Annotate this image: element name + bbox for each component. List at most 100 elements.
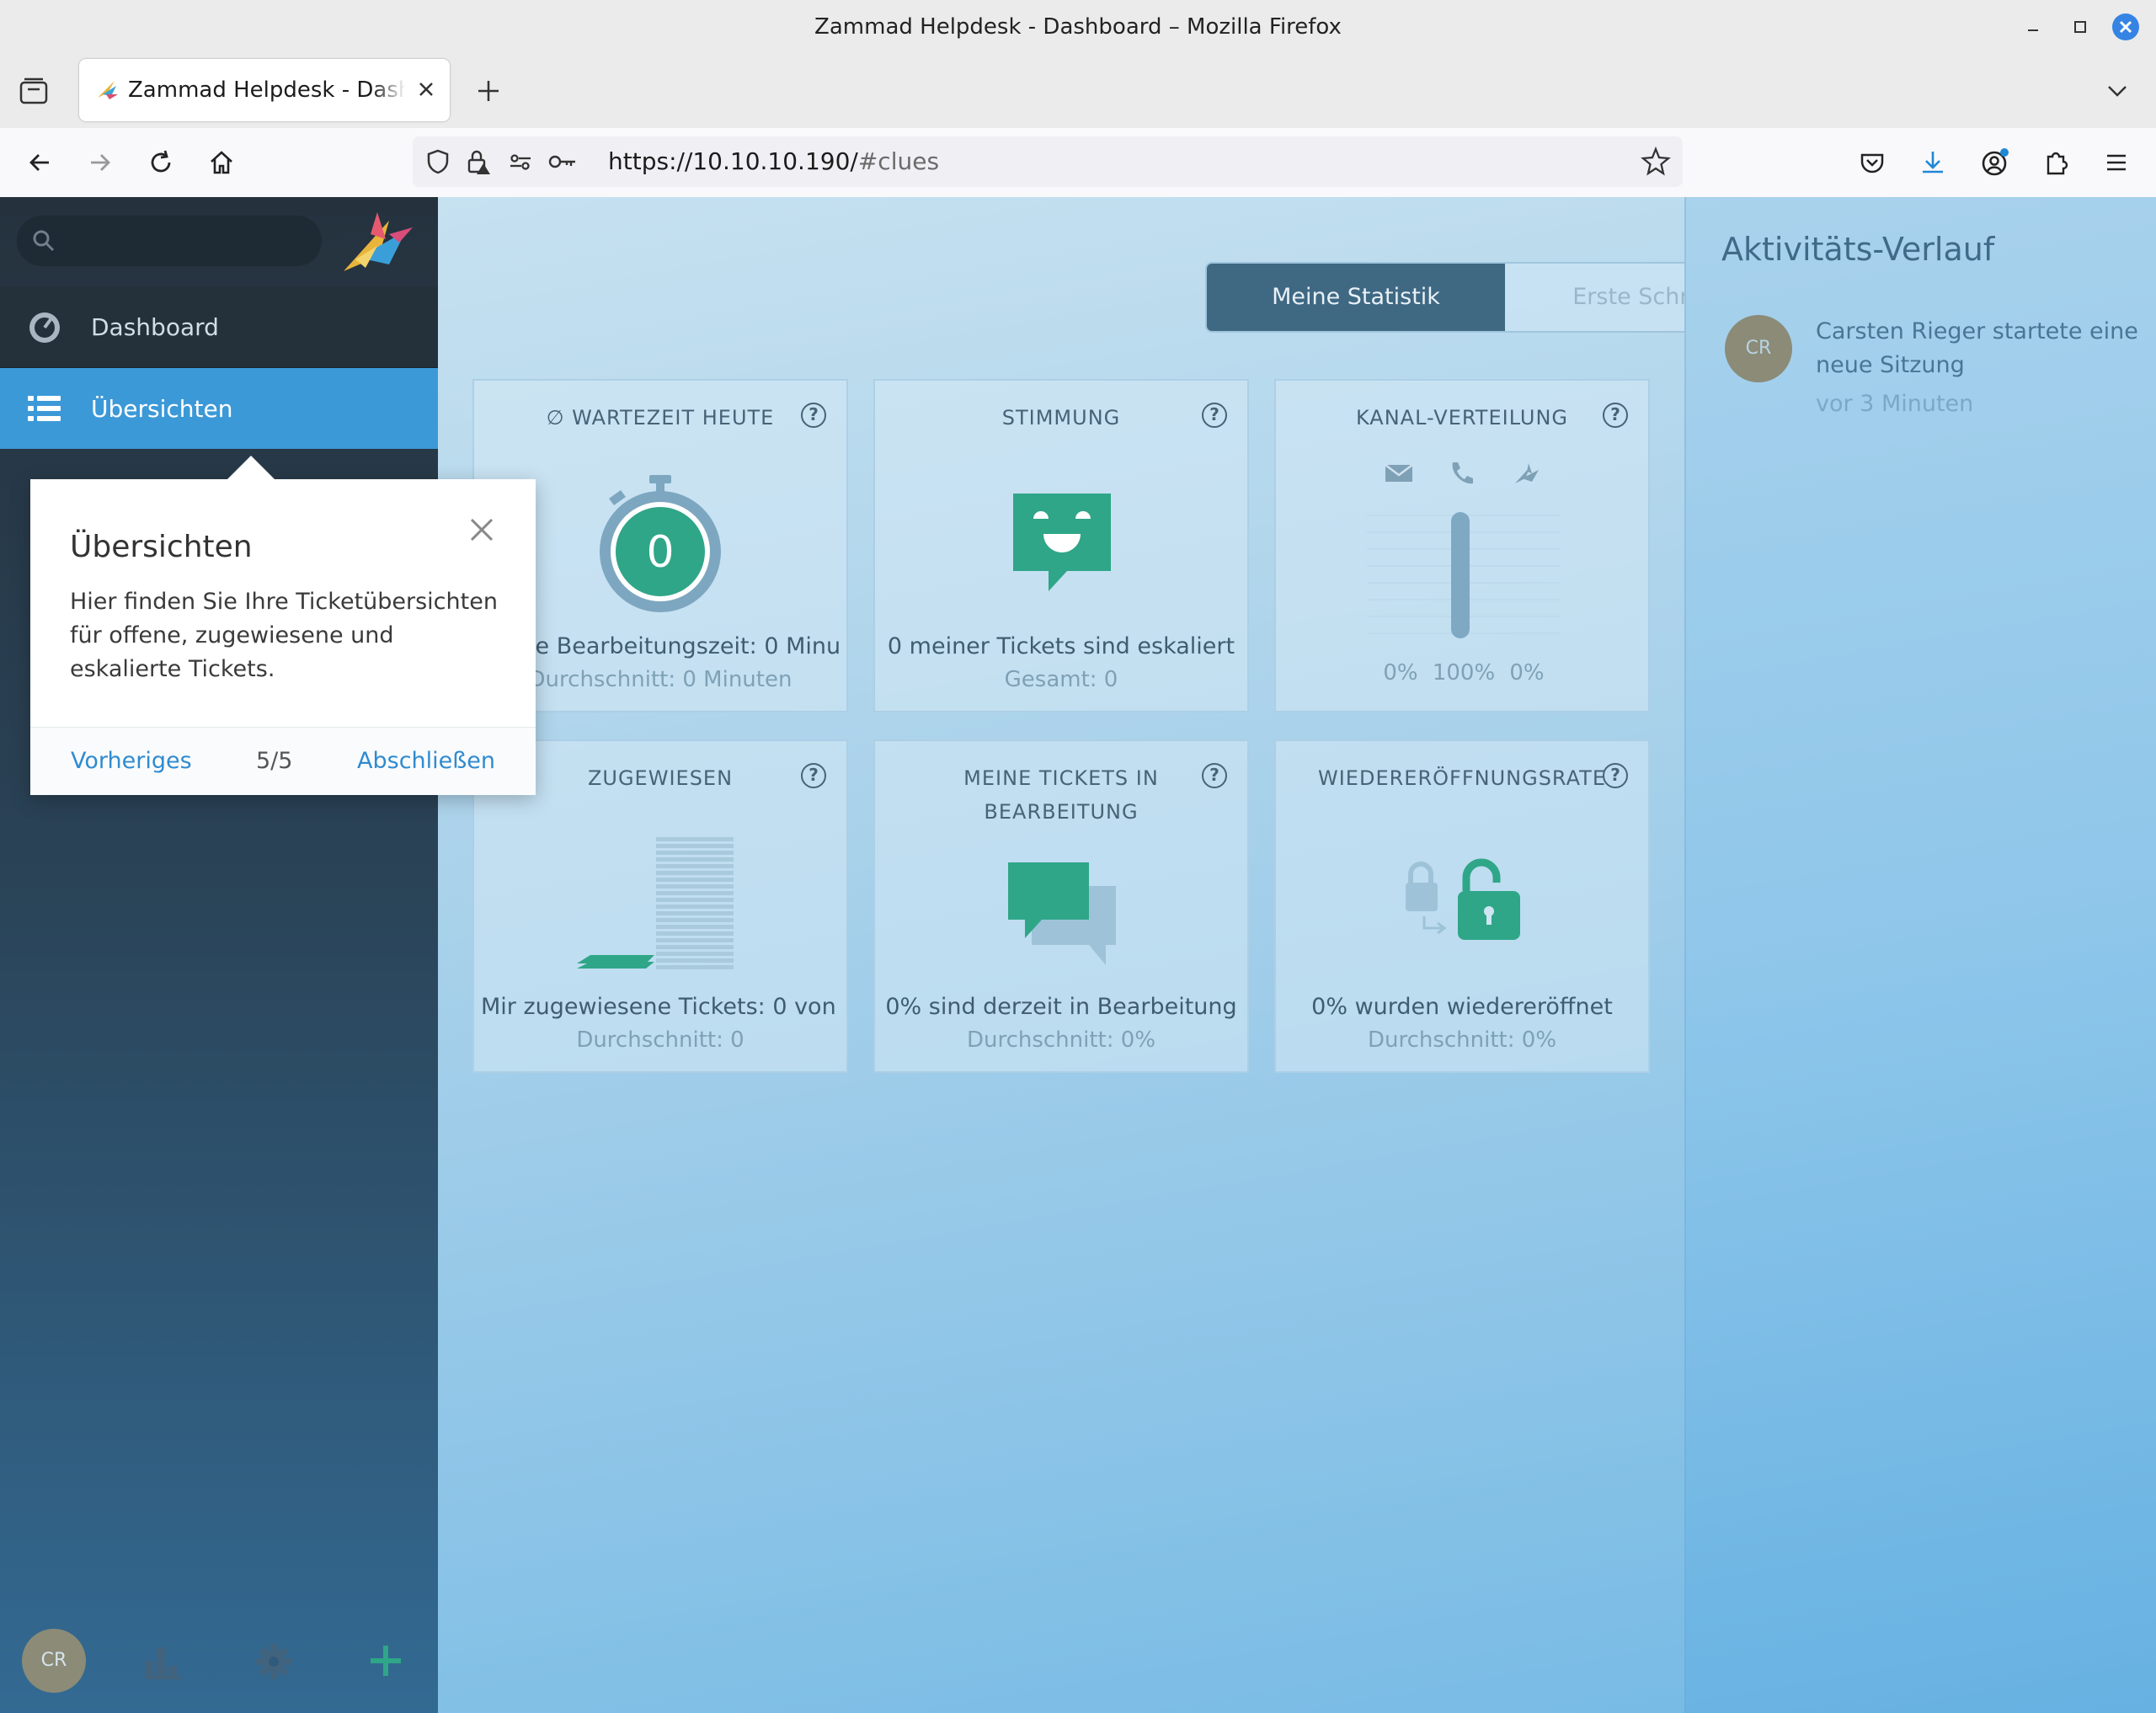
bookmark-star-icon[interactable]	[1641, 147, 1671, 177]
search-input[interactable]	[17, 216, 322, 266]
card-reopening-rate: WIEDERERÖFFNUNGSRATE ? 0% wurden wiedere…	[1274, 739, 1650, 1073]
onboarding-popover: Übersichten Hier finden Sie Ihre Ticketü…	[30, 456, 536, 795]
help-question-icon[interactable]: ?	[1603, 403, 1628, 428]
dashboard-icon	[25, 310, 64, 344]
insecure-lock-icon[interactable]	[465, 148, 492, 175]
activity-entry[interactable]: Carsten Rieger startete eine neue Sitzun…	[1816, 315, 2144, 421]
card-sub-line: Durchschnitt: 0	[576, 1027, 744, 1053]
user-avatar[interactable]: CR	[20, 1627, 88, 1694]
list-icon	[25, 392, 64, 425]
help-question-icon[interactable]: ?	[1202, 763, 1227, 788]
close-icon[interactable]	[468, 516, 495, 543]
zammad-bird-icon	[1513, 460, 1540, 487]
popover-body: Hier finden Sie Ihre Ticketübersichten f…	[70, 589, 498, 682]
back-icon[interactable]	[20, 143, 59, 182]
maximize-button[interactable]	[2065, 12, 2095, 42]
tracking-protection-shield-icon[interactable]	[424, 148, 451, 175]
forward-icon[interactable]	[81, 143, 120, 182]
activity-heading: Aktivitäts-Verlauf	[1721, 231, 1995, 268]
user-initials: CR	[40, 1650, 67, 1671]
settings-gear-icon[interactable]	[254, 1642, 293, 1681]
close-window-button[interactable]	[2111, 12, 2141, 42]
card-value-line: 0% sind derzeit in Bearbeitung	[885, 994, 1237, 1020]
activity-text-line2: neue Sitzung	[1816, 352, 1965, 378]
new-tab-icon[interactable]	[472, 74, 505, 108]
menu-hamburger-icon[interactable]	[2097, 143, 2136, 182]
url-path: #clues	[857, 147, 940, 175]
password-key-icon[interactable]	[547, 148, 578, 175]
sidebar: Dashboard Übersichten CR	[0, 197, 438, 1713]
phone-icon	[1448, 460, 1475, 487]
tab-bar: Zammad Helpdesk - Dashboard	[0, 54, 2156, 128]
list-all-tabs-icon[interactable]	[2100, 74, 2134, 108]
previous-button[interactable]: Vorheriges	[71, 728, 192, 795]
channel-distribution-chart	[1367, 512, 1561, 638]
channel-pct-web: 0%	[1509, 660, 1545, 686]
sidebar-item-overviews[interactable]: Übersichten	[0, 368, 438, 449]
activity-text-line1: Carsten Rieger startete eine	[1816, 318, 2138, 344]
stopwatch-counter: 0	[646, 527, 675, 578]
tab-overview-icon[interactable]	[17, 74, 51, 108]
tab-my-stats[interactable]: Meine Statistik	[1207, 264, 1505, 331]
url-host: https://10.10.10.190/	[608, 147, 858, 175]
url-bar[interactable]: https://10.10.10.190/#clues	[413, 136, 1683, 187]
help-question-icon[interactable]: ?	[1202, 403, 1227, 428]
zammad-app: Dashboard Übersichten CR Meine Statistik…	[0, 197, 2156, 1713]
help-question-icon[interactable]: ?	[801, 403, 826, 428]
close-tab-icon[interactable]	[414, 77, 438, 101]
card-sub-line: Gesamt: 0	[1004, 667, 1118, 692]
sidebar-item-dashboard[interactable]: Dashboard	[0, 286, 438, 368]
activity-time: vor 3 Minuten	[1816, 391, 1974, 417]
card-title: KANAL-VERTEILUNG	[1355, 406, 1568, 430]
sidebar-item-label: Dashboard	[91, 312, 219, 341]
finish-button[interactable]: Abschließen	[357, 728, 495, 795]
activity-stream: Aktivitäts-Verlauf CR Carsten Rieger sta…	[1684, 197, 2156, 1713]
reload-icon[interactable]	[141, 143, 180, 182]
unlock-padlock-icon	[1406, 858, 1520, 940]
help-question-icon[interactable]: ?	[801, 763, 826, 788]
downloads-icon[interactable]	[1913, 143, 1952, 182]
conversation-bubbles-icon	[1008, 862, 1116, 965]
card-title: ∅ WARTEZEIT HEUTE	[546, 406, 775, 430]
browser-tab[interactable]: Zammad Helpdesk - Dashboard	[79, 59, 450, 121]
zammad-logo[interactable]	[340, 209, 416, 276]
card-tickets-in-process: MEINE TICKETS IN BEARBEITUNG ? 0% sind d…	[873, 739, 1249, 1073]
card-value-line: 0 meiner Tickets sind eskaliert	[887, 633, 1235, 659]
dashboard-main: Meine Statistik Erste Schritte ∅ WARTEZE…	[438, 197, 1796, 1713]
card-title: MEINE TICKETS IN BEARBEITUNG	[875, 761, 1247, 829]
add-new-plus-icon[interactable]	[366, 1641, 406, 1681]
extensions-icon[interactable]	[2036, 143, 2075, 182]
tab-title: Zammad Helpdesk - Dashboard	[128, 59, 406, 121]
window-titlebar: Zammad Helpdesk - Dashboard – Mozilla Fi…	[0, 0, 2156, 54]
popover-title: Übersichten	[70, 530, 253, 564]
navigation-toolbar: https://10.10.10.190/#clues	[0, 128, 2156, 198]
help-question-icon[interactable]: ?	[1603, 763, 1628, 788]
channel-bar-phone	[1451, 512, 1470, 638]
channel-pct-phone: 100%	[1432, 660, 1496, 686]
activity-avatar[interactable]: CR	[1725, 315, 1792, 382]
account-icon[interactable]	[1976, 143, 2015, 182]
email-icon	[1384, 462, 1414, 485]
window-title: Zammad Helpdesk - Dashboard – Mozilla Fi…	[814, 14, 1342, 40]
step-counter: 5/5	[256, 748, 293, 774]
happy-speech-bubble-icon	[1010, 490, 1114, 595]
url-text: https://10.10.10.190/#clues	[608, 136, 939, 187]
channel-pct-email: 0%	[1383, 660, 1418, 686]
search-icon	[30, 227, 57, 254]
card-title-line2: BEARBEITUNG	[984, 800, 1139, 824]
card-value-line: Mir zugewiesene Tickets: 0 von 0	[481, 994, 840, 1020]
card-sub-line: Durchschnitt: 0%	[966, 1027, 1156, 1053]
stopwatch-icon: 0	[597, 472, 723, 615]
card-sub-line: Durchschnitt: 0%	[1367, 1027, 1557, 1053]
pocket-icon[interactable]	[1853, 143, 1892, 182]
reporting-chart-icon[interactable]	[143, 1642, 184, 1681]
ticket-stack-icon	[577, 837, 734, 969]
permissions-icon[interactable]	[507, 148, 534, 175]
home-icon[interactable]	[202, 143, 241, 182]
popover-arrow	[227, 456, 275, 479]
card-title: STIMMUNG	[1001, 406, 1121, 430]
card-title-line1: MEINE TICKETS IN	[963, 766, 1159, 790]
minimize-button[interactable]	[2018, 12, 2048, 42]
sidebar-item-label: Übersichten	[91, 394, 233, 423]
zammad-favicon-icon	[94, 77, 120, 103]
